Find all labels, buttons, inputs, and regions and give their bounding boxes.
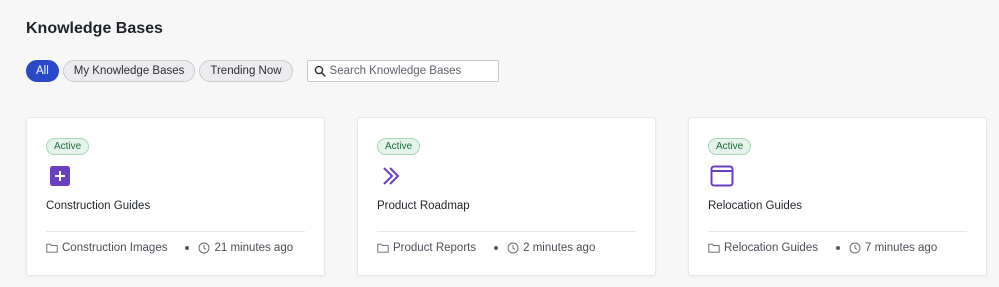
separator-dot	[835, 246, 840, 250]
page-title: Knowledge Bases	[26, 20, 163, 37]
search-input[interactable]	[329, 65, 498, 77]
plus-square-icon	[46, 164, 74, 188]
filter-chip-all[interactable]: All	[26, 60, 59, 82]
card-meta: Relocation Guides 7 minutes ago	[708, 242, 937, 254]
clock-icon	[849, 242, 861, 254]
search-icon	[314, 65, 326, 77]
card-meta: Construction Images 21 minutes ago	[46, 242, 293, 254]
search-box[interactable]	[306, 60, 499, 82]
filter-bar: All My Knowledge Bases Trending Now	[26, 60, 499, 82]
knowledge-base-name[interactable]: Construction Guides	[46, 200, 150, 212]
clock-icon	[198, 242, 210, 254]
status-badge: Active	[46, 138, 90, 155]
card-meta: Product Reports 2 minutes ago	[377, 242, 595, 254]
folder-icon	[708, 242, 720, 254]
filter-chip-my-knowledge-bases[interactable]: My Knowledge Bases	[62, 60, 196, 82]
status-badge: Active	[708, 138, 752, 155]
folder-name: Relocation Guides	[724, 242, 818, 254]
clock-icon	[507, 242, 519, 254]
card-divider	[708, 231, 967, 232]
knowledge-base-name[interactable]: Product Roadmap	[377, 200, 470, 212]
separator-dot	[185, 246, 190, 250]
card-divider	[46, 231, 305, 232]
updated-time: 7 minutes ago	[864, 242, 938, 254]
folder-icon	[46, 242, 58, 254]
folder-name: Product Reports	[393, 242, 477, 254]
card-divider	[377, 231, 636, 232]
separator-dot	[494, 246, 499, 250]
double-chevron-right-icon	[377, 164, 405, 188]
knowledge-base-card[interactable]: Active Product Roadmap Product Reports 2…	[357, 117, 656, 276]
updated-time: 21 minutes ago	[214, 242, 294, 254]
knowledge-base-name[interactable]: Relocation Guides	[708, 200, 802, 212]
updated-time: 2 minutes ago	[523, 242, 596, 254]
filter-chip-trending-now[interactable]: Trending Now	[199, 60, 293, 82]
knowledge-base-card[interactable]: Active Construction Guides Construction …	[26, 117, 325, 276]
browser-window-icon	[708, 164, 736, 188]
status-badge: Active	[377, 138, 421, 155]
folder-name: Construction Images	[62, 242, 168, 254]
knowledge-base-card[interactable]: Active Relocation Guides Relocation Guid…	[688, 117, 987, 276]
folder-icon	[377, 242, 389, 254]
